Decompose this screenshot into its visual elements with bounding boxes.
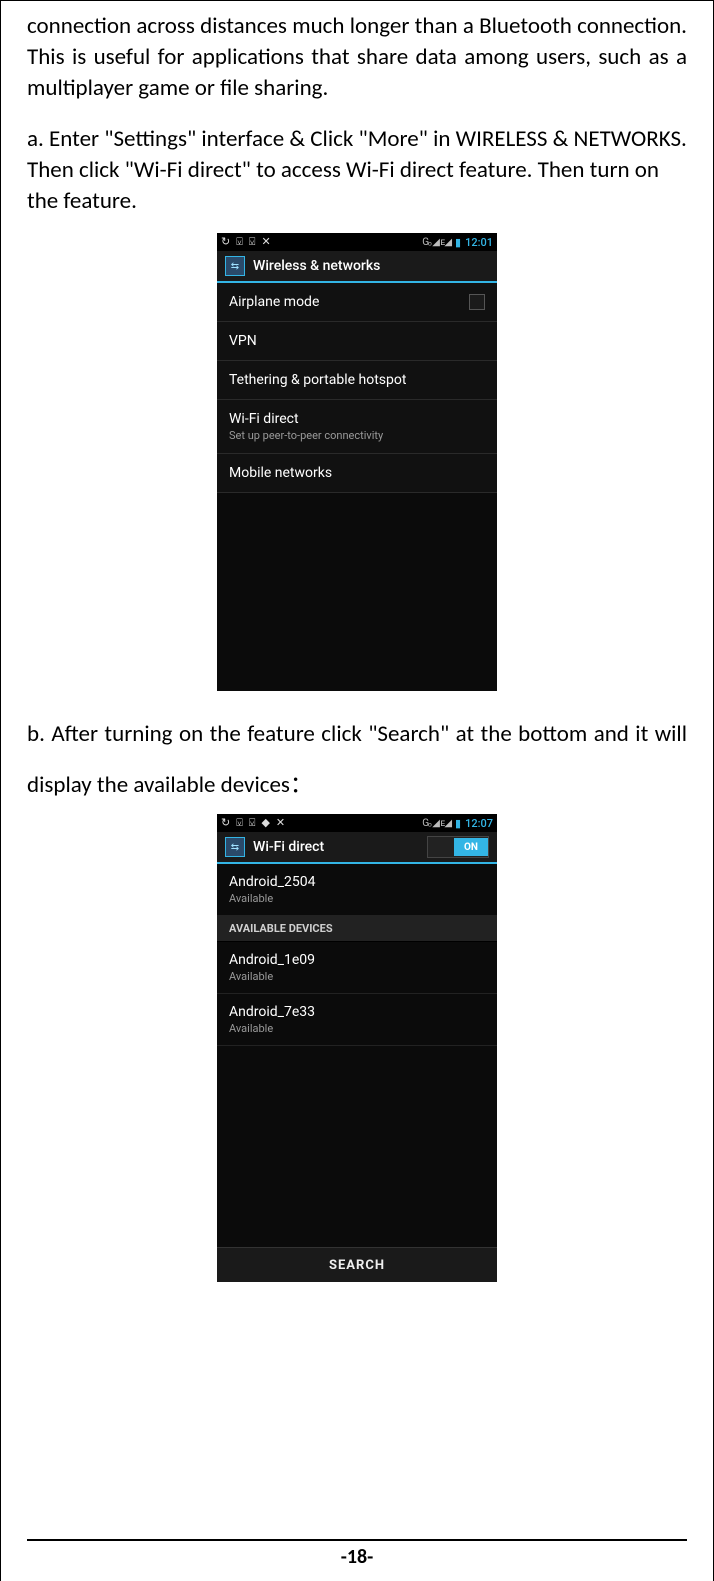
screen-title: Wi-Fi direct [253, 839, 324, 855]
page-number: -18- [1, 1545, 713, 1569]
row-airplane-mode[interactable]: Airplane mode [217, 283, 497, 322]
device-row[interactable]: Android_7e33 Available [217, 994, 497, 1046]
available-devices-header: AVAILABLE DEVICES [217, 916, 497, 942]
device-status: Available [229, 892, 485, 905]
sync-icon: ↻ [221, 235, 230, 249]
signal-icons: Gₒ ◢ ᴇ◢ [422, 237, 451, 248]
search-label: SEARCH [329, 1258, 385, 1273]
self-device-row[interactable]: Android_2504 Available [217, 864, 497, 916]
manual-page: connection across distances much longer … [0, 0, 714, 1581]
status-bar: ↻ ⍌ ⍌ ✕ Gₒ ◢ ᴇ◢ ▮ 12:01 [217, 233, 497, 251]
status-clock: 12:07 [465, 817, 493, 830]
row-label: Mobile networks [229, 465, 485, 481]
empty-area [217, 493, 497, 691]
adb-icon: ✕ [276, 816, 285, 830]
empty-area [217, 1046, 497, 1247]
toggle-on-label: ON [454, 838, 488, 856]
usb-icon: ⍌ [236, 235, 243, 249]
row-mobile-networks[interactable]: Mobile networks [217, 454, 497, 493]
adb-icon: ✕ [261, 235, 270, 249]
sync-icon: ↻ [221, 816, 230, 830]
row-tethering[interactable]: Tethering & portable hotspot [217, 361, 497, 400]
device-name: Android_1e09 [229, 952, 485, 968]
device-name: Android_7e33 [229, 1004, 485, 1020]
step-b-text: b. After turning on the feature click "S… [27, 709, 687, 810]
device-status: Available [229, 970, 485, 983]
footer-rule [27, 1539, 687, 1541]
settings-icon: ⇆ [225, 256, 245, 276]
search-button[interactable]: SEARCH [217, 1247, 497, 1282]
screen-title-bar: ⇆ Wireless & networks [217, 251, 497, 283]
usb-debug-icon: ⍌ [249, 816, 256, 830]
battery-icon: ▮ [455, 817, 461, 830]
usb-icon: ⍌ [236, 816, 243, 830]
warning-icon: ◆ [261, 816, 269, 830]
wifi-direct-toggle[interactable]: ON [427, 836, 489, 858]
status-clock: 12:01 [465, 236, 493, 249]
row-label: Airplane mode [229, 294, 319, 310]
screenshot-wifi-direct: ↻ ⍌ ⍌ ◆ ✕ Gₒ ◢ ᴇ◢ ▮ 12:07 ⇆ Wi-Fi direct… [217, 814, 497, 1282]
checkbox-icon[interactable] [469, 294, 485, 310]
wifi-icon: ⇆ [225, 837, 245, 857]
row-label: Wi-Fi direct [229, 411, 485, 427]
row-label: Tethering & portable hotspot [229, 372, 485, 388]
row-subtitle: Set up peer-to-peer connectivity [229, 429, 485, 442]
device-row[interactable]: Android_1e09 Available [217, 942, 497, 994]
row-vpn[interactable]: VPN [217, 322, 497, 361]
row-label: VPN [229, 333, 485, 349]
step-a-text: a. Enter "Settings" interface & Click "M… [27, 124, 687, 217]
usb-debug-icon: ⍌ [249, 235, 256, 249]
signal-icons: Gₒ ◢ ᴇ◢ [422, 818, 451, 829]
row-wifi-direct[interactable]: Wi-Fi direct Set up peer-to-peer connect… [217, 400, 497, 454]
screen-title-bar: ⇆ Wi-Fi direct ON [217, 832, 497, 864]
device-name: Android_2504 [229, 874, 485, 890]
status-bar: ↻ ⍌ ⍌ ◆ ✕ Gₒ ◢ ᴇ◢ ▮ 12:07 [217, 814, 497, 832]
screenshot-wireless-networks: ↻ ⍌ ⍌ ✕ Gₒ ◢ ᴇ◢ ▮ 12:01 ⇆ Wireless & net… [217, 233, 497, 691]
screen-title: Wireless & networks [253, 258, 380, 274]
battery-icon: ▮ [455, 236, 461, 249]
intro-paragraph: connection across distances much longer … [27, 11, 687, 104]
device-status: Available [229, 1022, 485, 1035]
